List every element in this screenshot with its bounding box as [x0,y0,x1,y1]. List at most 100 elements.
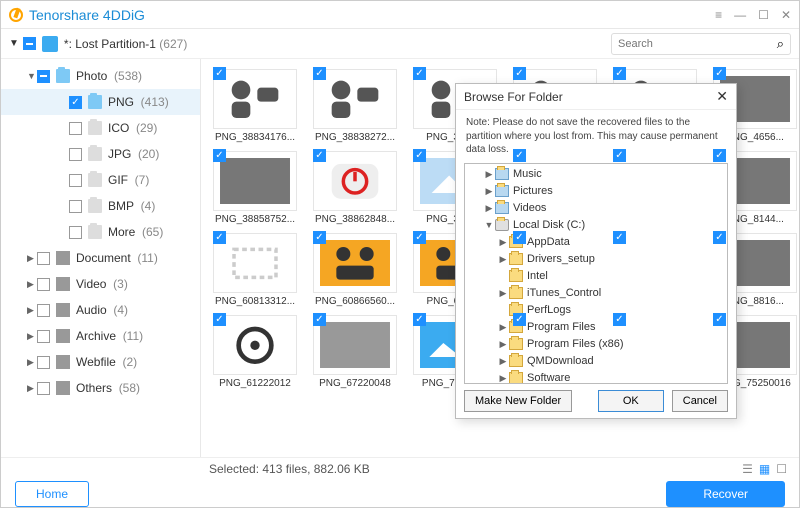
list-view-icon[interactable]: ☰ [742,462,753,476]
search-box[interactable]: ⌕ [611,33,791,55]
browse-folder-dialog: Browse For Folder ✕ Note: Please do not … [455,83,737,419]
dialog-close-icon[interactable]: ✕ [716,88,728,105]
thumb-checkbox[interactable]: ✓ [213,231,226,244]
thumb-checkbox[interactable]: ✓ [513,313,526,326]
thumb-cell[interactable]: ✓PNG_67220048 [313,313,397,389]
thumb-checkbox[interactable]: ✓ [413,313,426,326]
sidebar-item-gif[interactable]: GIF (7) [1,167,200,193]
folder-icon [88,121,102,135]
grid-view-icon[interactable]: ▦ [759,462,770,476]
thumb-checkbox[interactable]: ✓ [613,67,626,80]
thumb-cell[interactable]: ✓ PNG_38838272... [313,67,397,143]
thumb-checkbox[interactable]: ✓ [213,149,226,162]
dialog-note: Note: Please do not save the recovered f… [456,110,736,163]
folder-label: Program Files [527,321,595,333]
cancel-button[interactable]: Cancel [672,390,728,412]
checkbox[interactable] [37,382,50,395]
checkbox[interactable] [69,148,82,161]
thumb-cell[interactable]: ✓PNG_61222012 [213,313,297,389]
detail-view-icon[interactable]: ☐ [776,462,787,476]
thumb-cell[interactable]: ✓PNG_60813312... [213,231,297,307]
folder-tree-item[interactable]: ▼Local Disk (C:) [465,217,727,234]
close-icon[interactable]: ✕ [781,8,791,22]
sidebar-photo[interactable]: ▼ Photo (538) [1,63,200,89]
thumb-checkbox[interactable]: ✓ [713,149,726,162]
sidebar-item-more[interactable]: More (65) [1,219,200,245]
thumb-checkbox[interactable]: ✓ [213,67,226,80]
folder-tree-item[interactable]: Intel [465,268,727,285]
sidebar-cat-webfile[interactable]: ▶Webfile (2) [1,349,200,375]
sidebar-cat-document[interactable]: ▶Document (11) [1,245,200,271]
minimize-icon[interactable]: — [734,8,746,22]
sidebar-cat-audio[interactable]: ▶Audio (4) [1,297,200,323]
checkbox[interactable]: ✓ [69,96,82,109]
thumb-checkbox[interactable]: ✓ [413,149,426,162]
make-new-folder-button[interactable]: Make New Folder [464,390,572,412]
thumb-cell[interactable]: ✓PNG_38858752... [213,149,297,225]
thumb-cell[interactable]: ✓PNG_38834176... [213,67,297,143]
checkbox[interactable] [37,356,50,369]
folder-tree-item[interactable]: PerfLogs [465,302,727,319]
category-icon [56,355,70,369]
thumb-checkbox[interactable]: ✓ [213,313,226,326]
folder-label: Software [527,372,570,384]
search-input[interactable] [618,38,777,50]
home-button[interactable]: Home [15,481,89,507]
folder-tree-item[interactable]: ▶Drivers_setup [465,251,727,268]
thumb-checkbox[interactable]: ✓ [313,231,326,244]
maximize-icon[interactable]: ☐ [758,8,769,22]
sidebar-cat-others[interactable]: ▶Others (58) [1,375,200,401]
folder-tree-item[interactable]: ▶Program Files (x86) [465,336,727,353]
sidebar-cat-video[interactable]: ▶Video (3) [1,271,200,297]
sidebar-cat-archive[interactable]: ▶Archive (11) [1,323,200,349]
thumb-checkbox[interactable]: ✓ [313,67,326,80]
folder-tree-item[interactable]: ▶iTunes_Control [465,285,727,302]
thumb-cell[interactable]: ✓PNG_38862848... [313,149,397,225]
thumb-checkbox[interactable]: ✓ [613,313,626,326]
sidebar-item-bmp[interactable]: BMP (4) [1,193,200,219]
thumb-checkbox[interactable]: ✓ [713,231,726,244]
footer: Home Recover [1,479,799,509]
folder-tree-item[interactable]: ▶Program Files [465,319,727,336]
checkbox[interactable] [69,226,82,239]
folder-tree-item[interactable]: ▶Pictures [465,183,727,200]
folder-tree-item[interactable]: ▶Software [465,370,727,385]
checkbox[interactable] [69,122,82,135]
checkbox[interactable] [37,278,50,291]
recover-button[interactable]: Recover [666,481,785,507]
checkbox[interactable] [37,252,50,265]
thumb-checkbox[interactable]: ✓ [513,231,526,244]
checkbox[interactable] [37,304,50,317]
sidebar-item-png[interactable]: ✓PNG (413) [1,89,200,115]
file-name: PNG_38838272... [313,132,397,143]
thumb-checkbox[interactable]: ✓ [313,149,326,162]
folder-tree-item[interactable]: ▶Videos [465,200,727,217]
menu-icon[interactable]: ≡ [715,8,722,22]
thumb-checkbox[interactable]: ✓ [713,67,726,80]
folder-tree-item[interactable]: ▶Music [465,166,727,183]
checkbox[interactable] [37,330,50,343]
thumb-checkbox[interactable]: ✓ [513,67,526,80]
thumb-checkbox[interactable]: ✓ [413,67,426,80]
thumb-checkbox[interactable]: ✓ [613,149,626,162]
tree-collapse-icon[interactable]: ▼ [9,38,19,49]
folder-tree[interactable]: ▶Music▶Pictures▶Videos▼Local Disk (C:)▶A… [464,163,728,385]
thumb-checkbox[interactable]: ✓ [613,231,626,244]
thumb-checkbox[interactable]: ✓ [313,313,326,326]
folder-icon [509,355,523,367]
thumb-checkbox[interactable]: ✓ [413,231,426,244]
status-bar: Selected: 413 files, 882.06 KB ☰ ▦ ☐ [1,457,799,479]
search-icon[interactable]: ⌕ [777,36,784,52]
checkbox[interactable] [69,174,82,187]
sidebar-item-ico[interactable]: ICO (29) [1,115,200,141]
ok-button[interactable]: OK [598,390,664,412]
root-checkbox[interactable] [23,37,36,50]
folder-tree-item[interactable]: ▶AppData [465,234,727,251]
thumb-checkbox[interactable]: ✓ [713,313,726,326]
checkbox[interactable] [69,200,82,213]
thumb-checkbox[interactable]: ✓ [513,149,526,162]
folder-tree-item[interactable]: ▶QMDownload [465,353,727,370]
thumb-cell[interactable]: ✓PNG_60866560... [313,231,397,307]
sidebar-item-jpg[interactable]: JPG (20) [1,141,200,167]
photo-checkbox[interactable] [37,70,50,83]
